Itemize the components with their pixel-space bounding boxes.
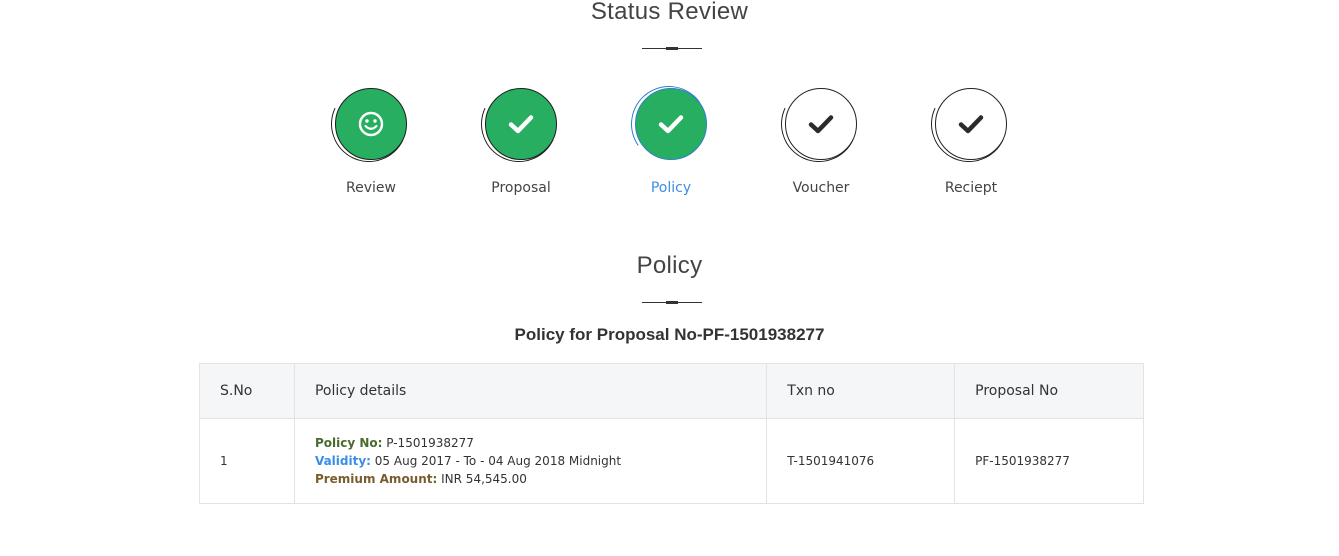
step-voucher[interactable]: Voucher (766, 75, 876, 196)
header-proposal-no: Proposal No (954, 363, 1144, 419)
table-row: 1 Policy No: P-1501938277 Validity: 05 A… (199, 418, 1144, 504)
premium-line: Premium Amount: INR 54,545.00 (315, 470, 746, 488)
policy-no-label: Policy No: (314, 436, 383, 450)
check-icon (508, 115, 534, 134)
premium-value: INR 54,545.00 (441, 472, 527, 486)
step-policy-label: Policy (650, 180, 692, 196)
table-header-row: S.No Policy details Txn no Proposal No (199, 363, 1144, 419)
check-icon (808, 115, 834, 134)
check-icon (958, 115, 984, 134)
cell-sno: 1 (199, 418, 295, 504)
step-proposal[interactable]: Proposal (466, 75, 576, 196)
status-review-title: Status Review (590, 0, 749, 25)
step-policy[interactable]: Policy (616, 79, 726, 196)
step-reciept[interactable]: Reciept (916, 75, 1026, 196)
policy-table: S.No Policy details Txn no Proposal No 1… (199, 363, 1144, 504)
validity-label: Validity: (314, 454, 371, 468)
policy-heading: Policy for Proposal No-PF-1501938277 (514, 325, 825, 344)
validity-line: Validity: 05 Aug 2017 - To - 04 Aug 2018… (315, 452, 746, 470)
step-review-label: Review (346, 180, 396, 196)
header-sno: S.No (199, 363, 295, 419)
check-icon (658, 115, 684, 134)
header-txn-no: Txn no (766, 363, 956, 419)
step-voucher-label: Voucher (792, 180, 850, 196)
cell-policy-details: Policy No: P-1501938277 Validity: 05 Aug… (293, 418, 768, 504)
cell-txn-no: T-1501941076 (766, 418, 956, 504)
policy-section-title: Policy (636, 252, 703, 279)
policy-title-underline (642, 301, 702, 304)
policy-no-value: P-1501938277 (386, 436, 474, 450)
policy-no-line: Policy No: P-1501938277 (315, 434, 746, 452)
step-proposal-label: Proposal (491, 180, 551, 196)
validity-value: 05 Aug 2017 - To - 04 Aug 2018 Midnight (374, 454, 622, 468)
step-review[interactable]: Review (316, 75, 426, 196)
premium-label: Premium Amount: (314, 472, 438, 486)
step-reciept-label: Reciept (944, 180, 998, 196)
cell-proposal-no: PF-1501938277 (954, 418, 1144, 504)
header-policy-details: Policy details (293, 363, 768, 419)
status-title-underline (642, 47, 702, 50)
smiley-icon (358, 111, 384, 137)
